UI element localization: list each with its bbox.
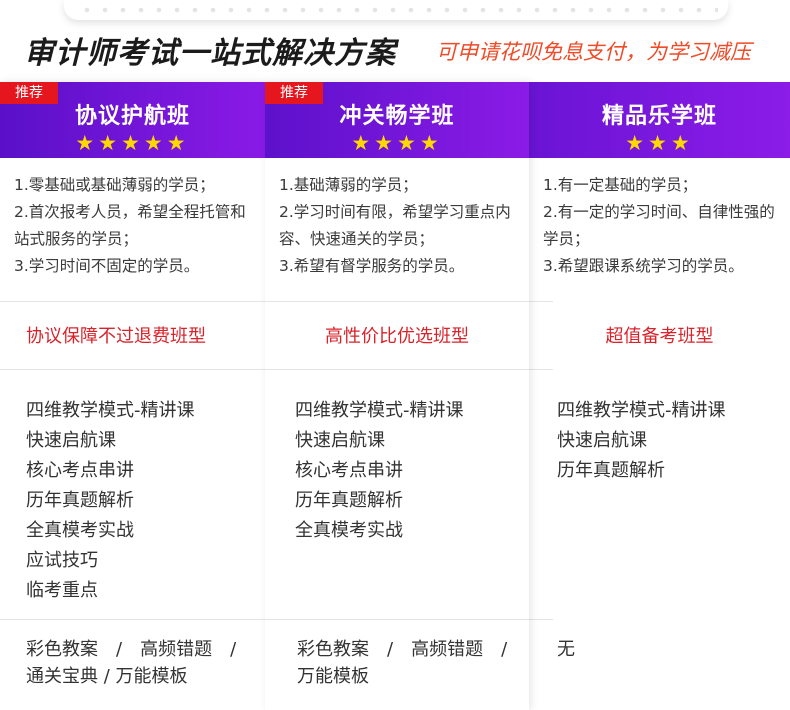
course-item: 全真模考实战 xyxy=(26,520,134,541)
plan-name: 精品乐学班 xyxy=(601,104,717,129)
recommend-badge: 推荐 xyxy=(0,82,58,104)
plan-tagline: 协议保障不过退费班型 xyxy=(26,326,206,347)
star-rating-icon: ★★★ xyxy=(625,131,694,155)
course-item: 四维教学模式-精讲课 xyxy=(557,400,726,421)
target-audience: 1.有一定基础的学员； 2.有一定的学习时间、自律性强的学员； 3.希望跟课系统… xyxy=(529,172,790,280)
divider xyxy=(529,619,553,620)
audience-item: 1.基础薄弱的学员； xyxy=(279,176,418,194)
audience-item: 2.学习时间有限，希望学习重点内容、快速通关的学员； xyxy=(279,203,511,248)
plan-header: 推荐 冲关畅学班 ★★★★ xyxy=(265,82,529,158)
audience-item: 3.学习时间不固定的学员。 xyxy=(14,257,200,275)
plan-tagline: 超值备考班型 xyxy=(605,326,714,347)
audience-item: 3.希望跟课系统学习的学员。 xyxy=(543,257,744,275)
course-item: 历年真题解析 xyxy=(295,490,403,511)
page-header: 审计师考试一站式解决方案 可申请花呗免息支付，为学习减压 xyxy=(0,22,790,78)
plan-tagline: 高性价比优选班型 xyxy=(325,326,469,347)
study-materials: 无 xyxy=(557,639,575,660)
target-audience: 1.零基础或基础薄弱的学员； 2.首次报考人员，希望全程托管和 站式服务的学员；… xyxy=(0,172,265,280)
course-list: 四维教学模式-精讲课 快速启航课 历年真题解析 xyxy=(529,396,790,486)
audience-item: 3.希望有督学服务的学员。 xyxy=(279,257,465,275)
divider xyxy=(0,369,265,370)
course-item: 核心考点串讲 xyxy=(26,460,134,481)
course-item: 临考重点 xyxy=(26,580,98,601)
audience-item: 2.首次报考人员，希望全程托管和 站式服务的学员； xyxy=(14,203,262,248)
decorative-dots xyxy=(78,4,718,16)
course-item: 应试技巧 xyxy=(26,550,98,571)
plan-column-xieyi[interactable]: 推荐 协议护航班 ★★★★★ 1.零基础或基础薄弱的学员； 2.首次报考人员，希… xyxy=(0,82,265,710)
payment-subtitle: 可申请花呗免息支付，为学习减压 xyxy=(436,40,751,64)
recommend-badge: 推荐 xyxy=(265,82,323,104)
divider xyxy=(529,369,553,370)
divider xyxy=(0,619,265,620)
course-item: 全真模考实战 xyxy=(295,520,403,541)
page-title: 审计师考试一站式解决方案 xyxy=(24,36,396,71)
divider xyxy=(529,301,553,302)
plan-header: 推荐 协议护航班 ★★★★★ xyxy=(0,82,265,158)
course-item: 四维教学模式-精讲课 xyxy=(295,400,464,421)
study-materials: 彩色教案 / 高频错题 / 万能模板 xyxy=(297,639,526,687)
divider xyxy=(265,369,529,370)
divider xyxy=(0,301,265,302)
star-rating-icon: ★★★★★ xyxy=(75,131,190,155)
star-rating-icon: ★★★★ xyxy=(351,131,443,155)
course-list: 四维教学模式-精讲课 快速启航课 核心考点串讲 历年真题解析 全真模考实战 应试… xyxy=(0,396,265,606)
course-item: 快速启航课 xyxy=(26,430,116,451)
plan-header: 精品乐学班 ★★★ xyxy=(529,82,790,158)
audience-item: 1.有一定基础的学员； xyxy=(543,176,698,194)
audience-item: 2.有一定的学习时间、自律性强的学员； xyxy=(543,203,775,248)
course-item: 历年真题解析 xyxy=(26,490,134,511)
plan-comparison-table: 推荐 协议护航班 ★★★★★ 1.零基础或基础薄弱的学员； 2.首次报考人员，希… xyxy=(0,82,790,710)
plan-column-jingpin[interactable]: 精品乐学班 ★★★ 1.有一定基础的学员； 2.有一定的学习时间、自律性强的学员… xyxy=(529,82,790,710)
course-item: 历年真题解析 xyxy=(557,460,665,481)
plan-column-chongguan[interactable]: 推荐 冲关畅学班 ★★★★ 1.基础薄弱的学员； 2.学习时间有限，希望学习重点… xyxy=(265,82,529,710)
course-list: 四维教学模式-精讲课 快速启航课 核心考点串讲 历年真题解析 全真模考实战 xyxy=(265,396,529,546)
course-item: 四维教学模式-精讲课 xyxy=(26,400,195,421)
divider xyxy=(265,301,529,302)
course-item: 快速启航课 xyxy=(557,430,647,451)
course-item: 核心考点串讲 xyxy=(295,460,403,481)
target-audience: 1.基础薄弱的学员； 2.学习时间有限，希望学习重点内容、快速通关的学员； 3.… xyxy=(265,172,529,280)
audience-item: 1.零基础或基础薄弱的学员； xyxy=(14,176,215,194)
divider xyxy=(265,619,529,620)
study-materials: 彩色教案 / 高频错题 / 通关宝典 / 万能模板 xyxy=(26,639,255,687)
course-item: 快速启航课 xyxy=(295,430,385,451)
